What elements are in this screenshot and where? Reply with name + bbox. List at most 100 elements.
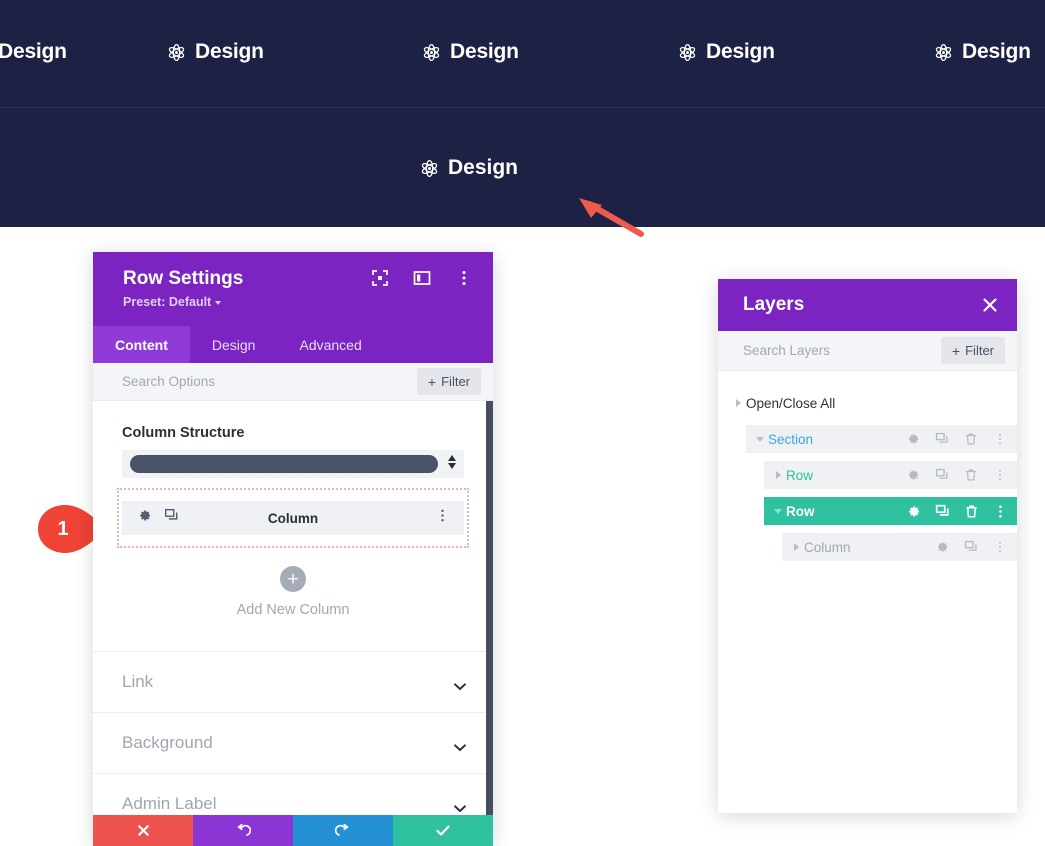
- layer-row-icons: [906, 504, 1007, 518]
- layer-row-icons: [906, 432, 1007, 446]
- chevron-down-icon[interactable]: [772, 508, 784, 514]
- nav-item-label: Design: [0, 40, 67, 63]
- gear-icon[interactable]: [935, 540, 949, 554]
- filter-label: Filter: [441, 374, 470, 389]
- close-icon: [137, 825, 149, 836]
- layer-row-column[interactable]: Column: [782, 533, 1017, 561]
- modal-scrollbar[interactable]: [486, 401, 493, 846]
- more-vertical-icon[interactable]: [993, 504, 1007, 518]
- accordion-background[interactable]: Background: [93, 713, 493, 774]
- panel-layout-icon[interactable]: [413, 269, 431, 287]
- hero-design-item[interactable]: Design: [420, 156, 518, 180]
- preset-label: Preset: Default: [123, 295, 212, 309]
- spinner-arrows-icon: [446, 453, 458, 476]
- atom-icon: [934, 43, 953, 62]
- redo-icon: [335, 823, 349, 836]
- cancel-button[interactable]: [93, 815, 193, 846]
- duplicate-icon[interactable]: [935, 468, 949, 482]
- nav-item-design-4[interactable]: Design: [934, 40, 1031, 64]
- nav-item-design-3[interactable]: Design: [678, 40, 775, 64]
- layers-tree: Open/Close All Section Row Row Column: [718, 371, 1017, 813]
- trash-icon[interactable]: [964, 432, 978, 446]
- plus-icon: +: [951, 342, 961, 359]
- accordion-group: Link Background Admin Label: [93, 651, 493, 835]
- column-item-icons: [137, 508, 179, 528]
- add-new-column-button[interactable]: +: [280, 566, 306, 592]
- atom-icon: [678, 43, 697, 62]
- chevron-right-icon[interactable]: [772, 471, 784, 479]
- column-structure-label: Column Structure: [122, 425, 245, 441]
- trash-icon[interactable]: [964, 504, 978, 518]
- more-vertical-icon[interactable]: [455, 269, 473, 287]
- duplicate-icon[interactable]: [164, 508, 179, 528]
- layer-label: Row: [786, 467, 814, 483]
- hero-strip: [0, 108, 1045, 227]
- layers-filter-label: Filter: [965, 343, 994, 358]
- chevron-right-icon[interactable]: [790, 543, 802, 551]
- layer-row-row-1[interactable]: Row: [764, 461, 1017, 489]
- gear-icon[interactable]: [906, 468, 920, 482]
- more-vertical-icon[interactable]: [993, 468, 1007, 482]
- site-nav-strip: Design Design Design Design Design: [0, 0, 1045, 108]
- row-settings-modal: Row Settings Preset: Default Content Des…: [93, 252, 493, 846]
- chevron-down-icon: [215, 301, 222, 305]
- duplicate-icon[interactable]: [964, 540, 978, 554]
- layers-search-bar: Search Layers + Filter: [718, 331, 1017, 371]
- layers-filter-button[interactable]: + Filter: [940, 337, 1005, 364]
- save-button[interactable]: [393, 815, 493, 846]
- chevron-right-icon[interactable]: [732, 399, 744, 407]
- search-options-input[interactable]: Search Options: [122, 374, 215, 389]
- column-structure-preview: [130, 455, 438, 473]
- plus-icon: +: [427, 373, 437, 390]
- tab-design[interactable]: Design: [190, 326, 278, 363]
- atom-icon: [167, 43, 186, 62]
- atom-icon: [420, 159, 439, 178]
- nav-item-design-0[interactable]: Design: [0, 40, 67, 64]
- column-structure-select[interactable]: [122, 450, 464, 478]
- gear-icon[interactable]: [137, 508, 152, 528]
- chevron-down-icon: [453, 800, 467, 812]
- tab-advanced[interactable]: Advanced: [277, 326, 383, 363]
- more-vertical-icon[interactable]: [993, 540, 1007, 554]
- layer-row-open-close-all[interactable]: Open/Close All: [718, 389, 1017, 417]
- atom-icon: [422, 43, 441, 62]
- search-layers-input[interactable]: Search Layers: [743, 343, 830, 358]
- nav-item-design-1[interactable]: Design: [167, 40, 264, 64]
- accordion-admin-label-label: Admin Label: [122, 794, 217, 813]
- nav-item-design-2[interactable]: Design: [422, 40, 519, 64]
- layer-label: Open/Close All: [746, 395, 836, 411]
- nav-item-label: Design: [706, 40, 775, 63]
- undo-button[interactable]: [193, 815, 293, 846]
- more-vertical-icon[interactable]: [993, 432, 1007, 446]
- more-vertical-icon[interactable]: [435, 508, 450, 528]
- add-new-column-label: Add New Column: [236, 602, 350, 618]
- nav-item-label: Design: [450, 40, 519, 63]
- filter-button[interactable]: + Filter: [416, 368, 481, 395]
- column-list-item[interactable]: Column: [122, 501, 464, 535]
- layer-row-row-2-selected[interactable]: Row: [764, 497, 1017, 525]
- nav-item-label: Design: [195, 40, 264, 63]
- modal-tabs: Content Design Advanced: [93, 326, 493, 363]
- layer-row-icons: [906, 468, 1007, 482]
- accordion-link[interactable]: Link: [93, 652, 493, 713]
- layer-label: Column: [804, 539, 851, 555]
- chevron-down-icon[interactable]: [754, 436, 766, 442]
- modal-footer: [93, 815, 493, 846]
- layer-row-icons: [935, 540, 1007, 554]
- trash-icon[interactable]: [964, 468, 978, 482]
- tab-content[interactable]: Content: [93, 326, 190, 363]
- duplicate-icon[interactable]: [935, 432, 949, 446]
- close-icon[interactable]: [981, 296, 999, 314]
- modal-header-icons: [371, 269, 473, 287]
- gear-icon[interactable]: [906, 504, 920, 518]
- accordion-background-label: Background: [122, 733, 213, 752]
- focus-target-icon[interactable]: [371, 269, 389, 287]
- gear-icon[interactable]: [906, 432, 920, 446]
- redo-button[interactable]: [293, 815, 393, 846]
- layer-row-section[interactable]: Section: [746, 425, 1017, 453]
- layers-header: Layers: [718, 279, 1017, 331]
- preset-selector[interactable]: Preset: Default: [123, 295, 471, 309]
- red-pointer-arrow: [575, 196, 645, 238]
- modal-header: Row Settings Preset: Default: [93, 252, 493, 326]
- duplicate-icon[interactable]: [935, 504, 949, 518]
